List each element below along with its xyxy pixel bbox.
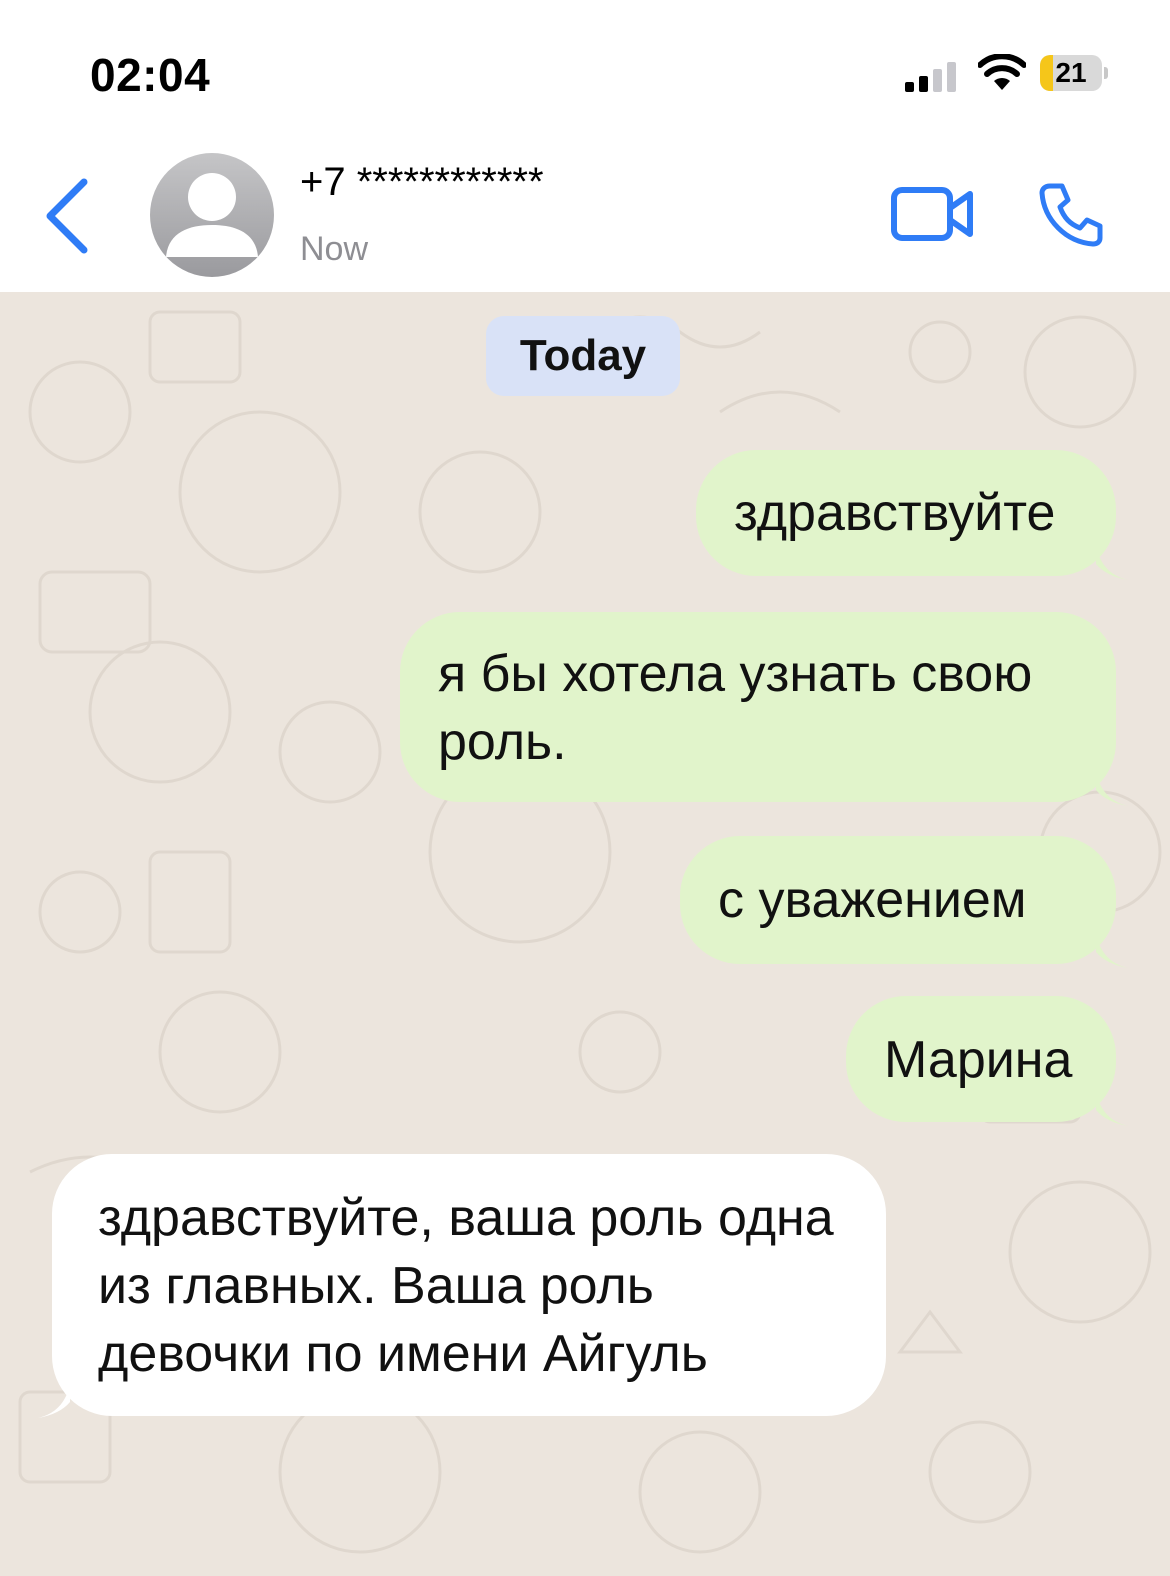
- outgoing-message[interactable]: Марина: [846, 996, 1116, 1122]
- battery-level: 21: [1055, 57, 1087, 88]
- date-divider: Today: [486, 316, 680, 396]
- contact-name[interactable]: +7 ************: [300, 160, 544, 205]
- message-text: здравствуйте: [734, 484, 1056, 542]
- bubble-tail: [1096, 934, 1128, 968]
- chat-area[interactable]: Today здравствуйте я бы хотела узнать св…: [0, 292, 1170, 1576]
- message-text: с уважением: [718, 871, 1027, 929]
- avatar[interactable]: [150, 153, 274, 277]
- outgoing-message[interactable]: я бы хотела узнать свою роль.: [400, 612, 1116, 802]
- incoming-message[interactable]: здравствуйте, ваша роль одна из главных.…: [52, 1154, 886, 1416]
- bubble-tail: [1096, 546, 1128, 580]
- bubble-tail: [1096, 772, 1128, 806]
- status-bar: 02:04 21: [0, 0, 1170, 140]
- phone-icon[interactable]: [1036, 180, 1106, 250]
- video-camera-icon[interactable]: [890, 184, 976, 244]
- message-text: здравствуйте, ваша роль одна из главных.…: [98, 1189, 834, 1383]
- bubble-tail: [1096, 1092, 1128, 1126]
- battery-icon: 21: [1040, 55, 1108, 93]
- wifi-icon: [978, 54, 1026, 90]
- person-icon: [166, 173, 258, 257]
- signal-icon: [905, 62, 956, 92]
- outgoing-message[interactable]: с уважением: [680, 836, 1116, 964]
- bubble-tail: [38, 1384, 70, 1418]
- contact-status: Now: [300, 230, 369, 268]
- chat-header: +7 ************ Now: [0, 140, 1170, 292]
- clock: 02:04: [90, 49, 211, 101]
- message-text: я бы хотела узнать свою роль.: [438, 645, 1033, 771]
- outgoing-message[interactable]: здравствуйте: [696, 450, 1116, 576]
- message-text: Марина: [884, 1031, 1073, 1089]
- chevron-left-icon[interactable]: [40, 176, 100, 256]
